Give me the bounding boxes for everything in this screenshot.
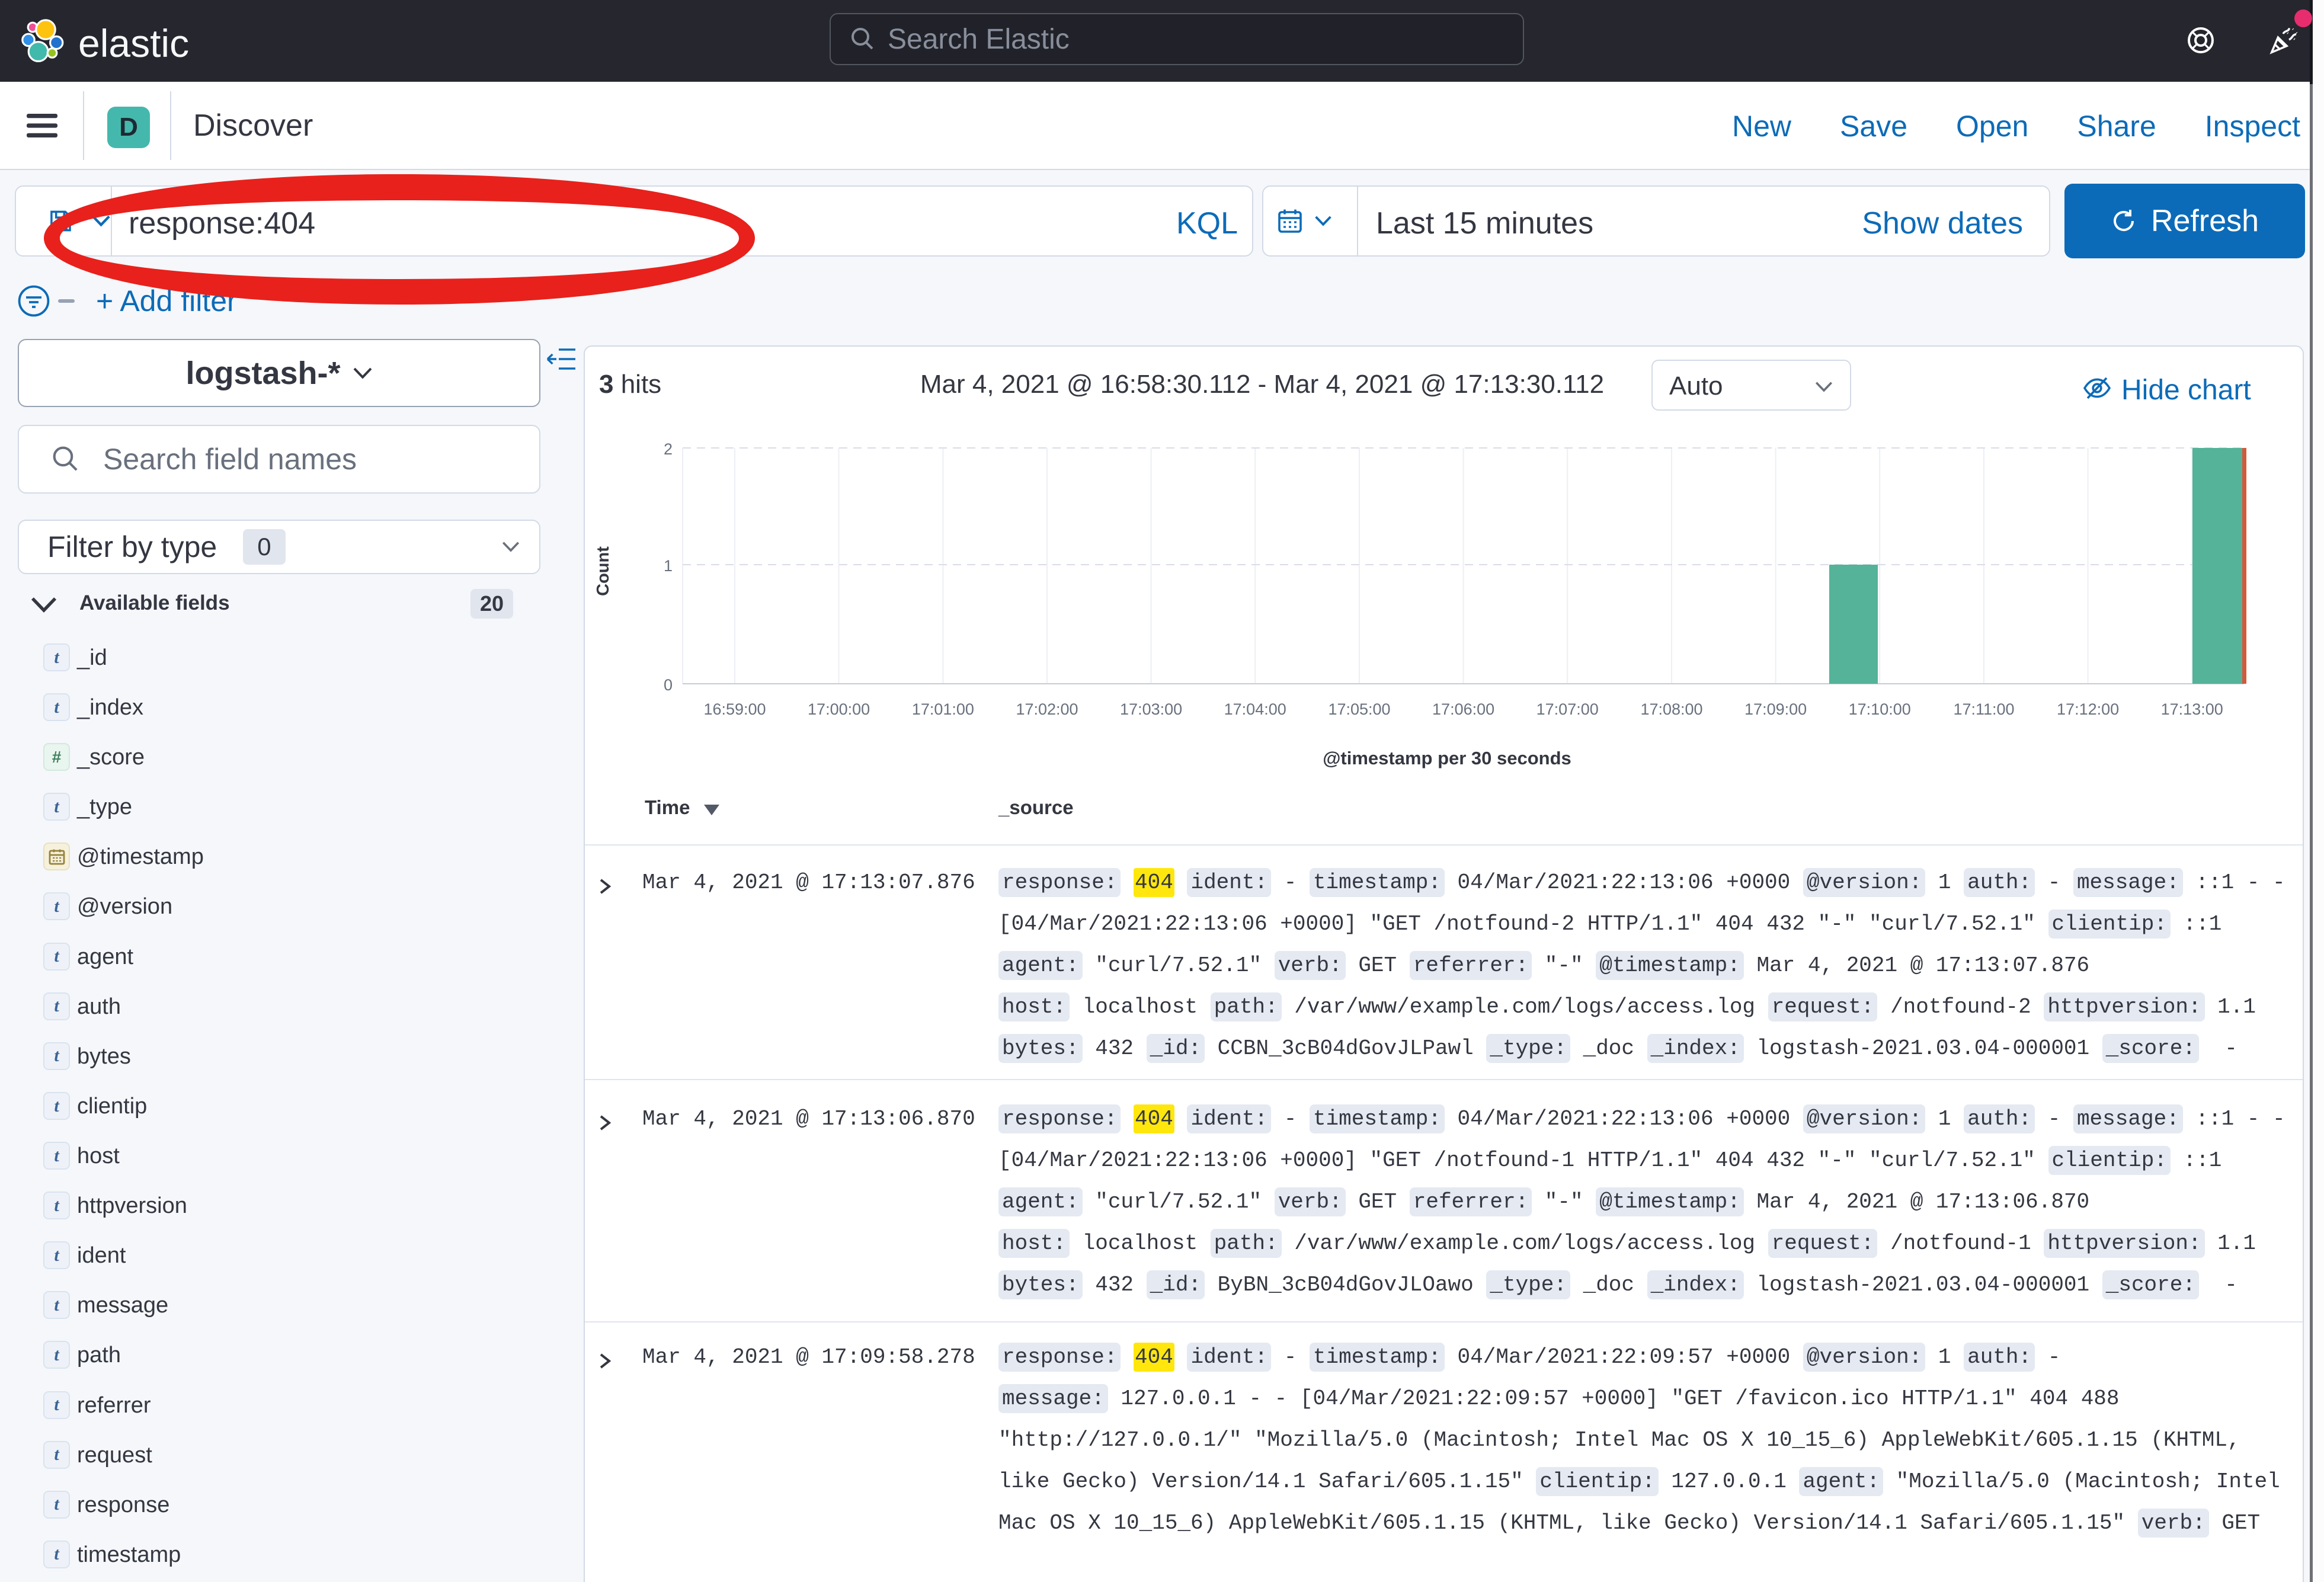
svg-text:17:11:00: 17:11:00 — [1953, 700, 2014, 718]
svg-text:17:09:00: 17:09:00 — [1744, 700, 1807, 718]
svg-text:16:59:00: 16:59:00 — [703, 700, 766, 718]
svg-text:17:01:00: 17:01:00 — [912, 700, 974, 718]
svg-text:17:13:00: 17:13:00 — [2161, 700, 2223, 718]
svg-text:17:06:00: 17:06:00 — [1432, 700, 1494, 718]
svg-text:17:03:00: 17:03:00 — [1120, 700, 1182, 718]
svg-text:1: 1 — [664, 557, 673, 575]
svg-text:17:12:00: 17:12:00 — [2057, 700, 2119, 718]
svg-text:17:00:00: 17:00:00 — [808, 700, 870, 718]
svg-text:17:05:00: 17:05:00 — [1328, 700, 1390, 718]
svg-text:17:02:00: 17:02:00 — [1016, 700, 1078, 718]
svg-text:@timestamp per 30 seconds: @timestamp per 30 seconds — [1323, 748, 1571, 768]
svg-text:0: 0 — [664, 676, 673, 694]
svg-text:17:08:00: 17:08:00 — [1640, 700, 1702, 718]
svg-text:Count: Count — [594, 546, 613, 596]
svg-text:17:07:00: 17:07:00 — [1536, 700, 1599, 718]
svg-text:17:04:00: 17:04:00 — [1224, 700, 1286, 718]
svg-text:2: 2 — [664, 440, 673, 458]
svg-text:17:10:00: 17:10:00 — [1849, 700, 1911, 718]
